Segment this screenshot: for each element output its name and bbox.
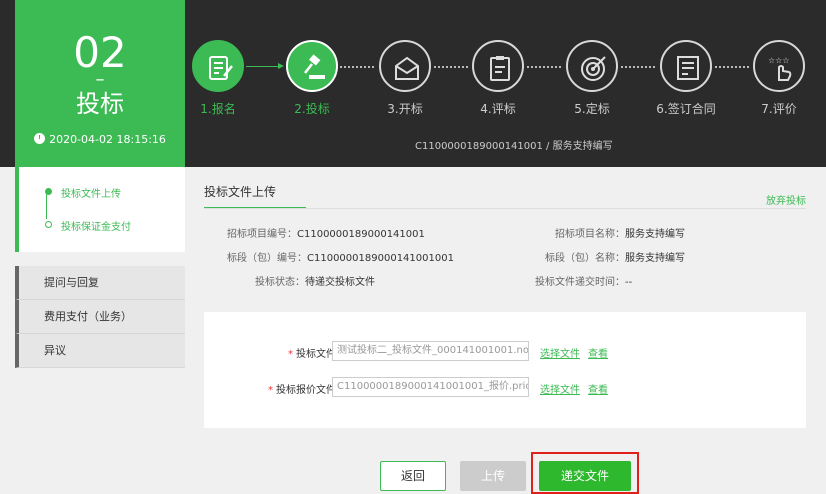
sidebar-menu: 提问与回复 费用支付（业务） 异议 [15,266,185,368]
sidebar-item-payment[interactable]: 费用支付（业务） [15,300,185,334]
step-connector [434,66,468,68]
step-connector [621,66,655,68]
upload-button[interactable]: 上传 [460,461,526,491]
back-button[interactable]: 返回 [380,461,446,491]
panel-title: 投标文件上传 [204,183,306,209]
sidebar-step-upload[interactable]: 投标文件上传 [45,185,121,200]
upload-form: * 投标文件： 测试投标二_投标文件_000141001001.nori... 选… [204,312,806,428]
step-dot [45,221,52,228]
step-label: 5.定标 [574,102,610,116]
svg-text:☆☆☆: ☆☆☆ [768,56,790,65]
rating-hand-icon: ☆☆☆ [768,56,792,81]
bid-file-row: * 投标文件： 测试投标二_投标文件_000141001001.nori... 选… [204,341,806,361]
step-award[interactable]: 5.定标 [565,40,619,117]
target-icon [581,56,606,81]
stage-dash: – [95,69,105,90]
sidebar-step-label: 投标文件上传 [61,189,121,200]
step-bid[interactable]: 2.投标 [285,40,339,117]
project-info-line: C1100000189000141001 / 服务支持编写 [415,141,613,152]
bid-file-select-link[interactable]: 选择文件 [540,345,580,360]
highlight-box [531,452,639,494]
step-connector [715,66,749,68]
signup-form-icon [209,56,233,80]
price-file-select-link[interactable]: 选择文件 [540,381,580,396]
info-status: 投标状态：待递交投标文件 [255,277,375,288]
step-label: 4.评标 [480,102,516,116]
step-evaluate[interactable]: 4.评标 [471,40,525,117]
stage-time: 2020-04-02 18:15:16 [15,133,185,146]
step-label: 1.报名 [200,102,236,116]
info-project-name: 招标项目名称：服务支持编写 [555,229,685,240]
step-label: 3.开标 [387,102,423,116]
step-signup[interactable]: 1.报名 [191,40,245,117]
sidebar-steps: 投标文件上传 投标保证金支付 [15,167,185,252]
abandon-bid-link[interactable]: 放弃投标 [766,192,806,207]
auction-hammer-icon [304,54,325,79]
info-lot-name: 标段（包）名称：服务支持编写 [545,253,685,264]
step-connector [246,63,284,69]
price-file-input[interactable]: C1100000189000141001001_报价.price [332,377,529,397]
stage-name: 投标 [76,90,124,118]
step-line [46,193,47,219]
sidebar-step-label: 投标保证金支付 [61,222,131,233]
step-label: 2.投标 [294,102,330,116]
clock-icon [34,133,46,144]
process-header: 02 – 投标 2020-04-02 18:15:16 1.报名 2.投标 3.… [0,0,826,167]
sidebar-step-deposit[interactable]: 投标保证金支付 [45,218,131,233]
stage-time-text: 2020-04-02 18:15:16 [49,133,166,146]
info-submit-time: 投标文件递交时间：-- [535,277,633,288]
sidebar-item-qa[interactable]: 提问与回复 [15,266,185,300]
sidebar-item-objection[interactable]: 异议 [15,334,185,368]
info-lot-code: 标段（包）编号：C1100000189000141001001 [227,253,454,264]
step-connector [527,66,561,68]
step-rating[interactable]: ☆☆☆ 7.评价 [752,40,806,117]
divider [204,208,806,209]
open-envelope-icon [395,56,419,80]
bid-file-view-link[interactable]: 查看 [588,345,608,360]
step-dot [45,188,52,195]
clipboard-evaluate-icon [490,56,510,81]
step-open[interactable]: 3.开标 [378,40,432,117]
step-label: 7.评价 [761,102,797,116]
info-project-code: 招标项目编号：C1100000189000141001 [227,229,425,240]
contract-icon [677,56,699,80]
price-file-row: * 投标报价文件： C1100000189000141001001_报价.pric… [204,377,806,397]
step-contract[interactable]: 6.签订合同 [656,40,716,117]
bid-file-input[interactable]: 测试投标二_投标文件_000141001001.nori... [332,341,529,361]
current-stage-box: 02 – 投标 2020-04-02 18:15:16 [15,0,185,167]
main-content: 投标文件上传 放弃投标 招标项目编号：C1100000189000141001 … [185,167,826,494]
price-file-view-link[interactable]: 查看 [588,381,608,396]
step-label: 6.签订合同 [656,102,716,116]
step-connector [340,66,374,68]
